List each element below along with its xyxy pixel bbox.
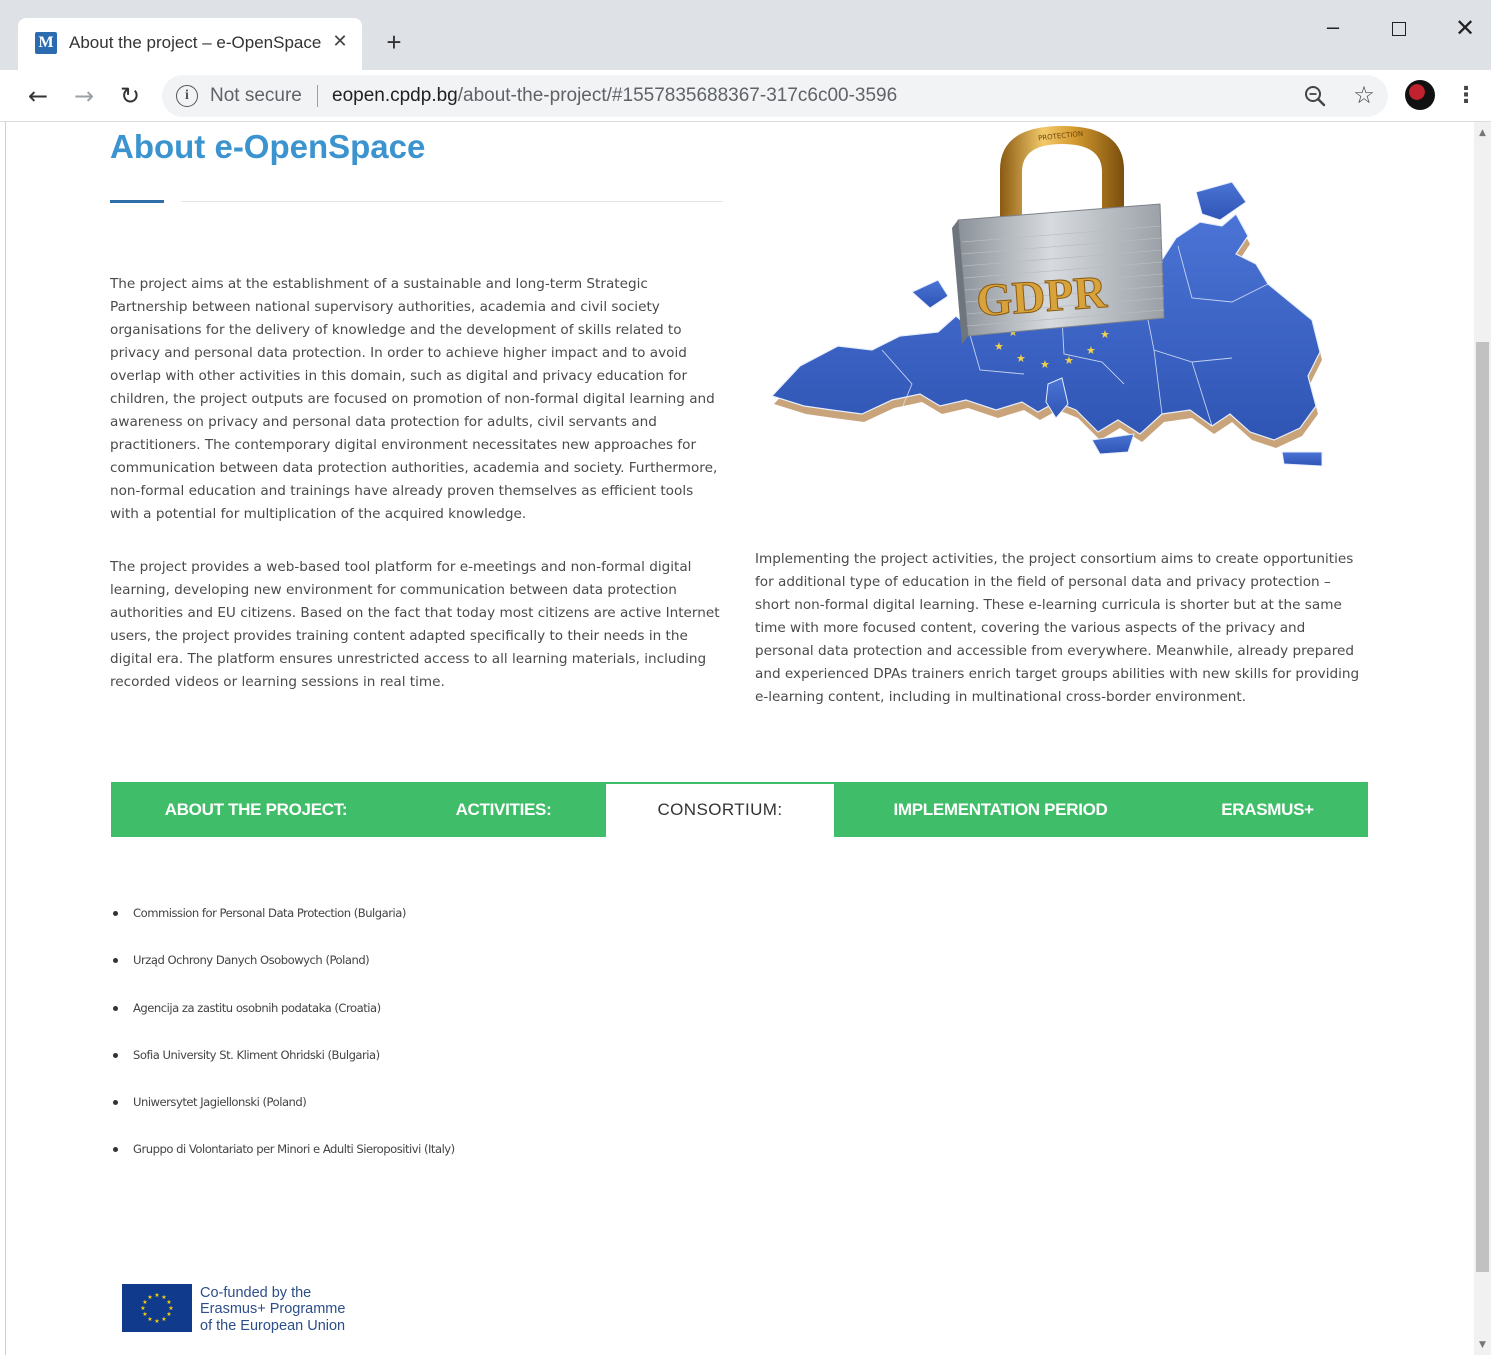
info-icon[interactable]: i	[176, 85, 198, 107]
title-underline-accent	[110, 200, 164, 203]
svg-text:★: ★	[1016, 352, 1026, 365]
tab-consortium[interactable]: CONSORTIUM:	[606, 784, 834, 837]
svg-text:★: ★	[1040, 358, 1050, 371]
svg-text:★: ★	[154, 1318, 159, 1325]
scrollbar-thumb[interactable]	[1476, 342, 1489, 1272]
svg-text:★: ★	[1064, 354, 1074, 367]
window-edge	[5, 122, 6, 1355]
gdpr-padlock-europe-image: ★★ ★ ★★★ ★ PROTECTION GDPR	[770, 126, 1323, 467]
svg-text:★: ★	[994, 340, 1004, 353]
browser-titlebar: M About the project – e-OpenSpace ✕ + – …	[0, 0, 1491, 70]
tab-close-icon[interactable]: ✕	[328, 30, 352, 54]
svg-text:★: ★	[147, 1316, 152, 1323]
eu-flag-icon: ★ ★★ ★★★ ★★★ ★★★	[122, 1284, 192, 1332]
eu-text-line: Co-funded by the	[200, 1285, 312, 1301]
tab-implementation-period[interactable]: IMPLEMENTATION PERIOD	[834, 782, 1167, 837]
reload-button[interactable]: ↻	[114, 80, 146, 112]
site-favicon-icon: M	[35, 32, 57, 54]
minimize-button[interactable]: –	[1310, 14, 1356, 44]
svg-text:★: ★	[1086, 344, 1096, 357]
maximize-button[interactable]	[1376, 14, 1422, 44]
project-tabs: ABOUT THE PROJECT: ACTIVITIES: CONSORTIU…	[111, 782, 1368, 837]
close-window-button[interactable]: ✕	[1442, 14, 1488, 44]
url-path: /about-the-project/#1557835688367-317c6c…	[457, 85, 898, 106]
vertical-scrollbar[interactable]: ▲ ▼	[1474, 122, 1491, 1355]
address-bar[interactable]: i Not secure eopen.cpdp.bg/about-the-pro…	[162, 75, 1388, 117]
svg-text:★: ★	[1100, 328, 1110, 341]
zoom-icon[interactable]	[1302, 83, 1328, 109]
tab-activities[interactable]: ACTIVITIES:	[401, 782, 606, 837]
svg-text:★: ★	[154, 1292, 159, 1299]
maximize-icon	[1392, 22, 1406, 36]
tab-about-the-project[interactable]: ABOUT THE PROJECT:	[111, 782, 401, 837]
consortium-list: Commission for Personal Data Protection …	[113, 902, 455, 1186]
security-label[interactable]: Not secure	[210, 85, 302, 107]
url-text[interactable]: eopen.cpdp.bg/about-the-project/#1557835…	[332, 85, 897, 107]
platform-paragraph: The project provides a web-based tool pl…	[110, 559, 720, 690]
list-item: Commission for Personal Data Protection …	[113, 902, 455, 949]
new-tab-button[interactable]: +	[380, 28, 408, 56]
list-item: Sofia University St. Kliment Ohridski (B…	[113, 1044, 455, 1091]
intro-paragraph: The project aims at the establishment of…	[110, 276, 718, 522]
url-domain: eopen.cpdp.bg	[332, 85, 458, 106]
svg-text:★: ★	[166, 1311, 171, 1318]
list-item: Agencija za zastitu osobnih podataka (Cr…	[113, 997, 455, 1044]
consortium-aims-paragraph: Implementing the project activities, the…	[755, 551, 1360, 705]
lock-text: GDPR	[975, 266, 1109, 326]
scroll-up-arrow-icon[interactable]: ▲	[1474, 126, 1491, 140]
padlock: PROTECTION GDPR	[952, 126, 1165, 344]
profile-avatar-icon[interactable]	[1405, 80, 1435, 110]
list-item: Urząd Ochrony Danych Osobowych (Poland)	[113, 949, 455, 996]
browser-toolbar: ← → ↻ i Not secure eopen.cpdp.bg/about-t…	[0, 70, 1491, 122]
eu-cofunded-text: Co-funded by the Erasmus+ Programme of t…	[200, 1285, 430, 1334]
svg-text:★: ★	[142, 1311, 147, 1318]
tab-erasmus[interactable]: ERASMUS+	[1167, 782, 1368, 837]
browser-menu-icon[interactable]: ⋮	[1454, 82, 1478, 110]
page-viewport: About e-OpenSpace The project aims at th…	[0, 122, 1491, 1355]
eu-cofunded-logo: ★ ★ ★ ★ ★ ★ ★ ★ ★ ★ ★ ★ Co-funded by the Erasmus…	[122, 1284, 432, 1336]
list-item: Gruppo di Volontariato per Minori e Adul…	[113, 1138, 455, 1185]
forward-button[interactable]: →	[68, 80, 100, 112]
bookmark-star-icon[interactable]: ☆	[1350, 79, 1378, 111]
scroll-down-arrow-icon[interactable]: ▼	[1474, 1338, 1491, 1352]
omnibox-divider	[317, 85, 318, 107]
list-item: Uniwersytet Jagiellonski (Poland)	[113, 1091, 455, 1138]
back-button[interactable]: ←	[22, 80, 54, 112]
page-title: About e-OpenSpace	[110, 128, 426, 165]
svg-text:★: ★	[140, 1305, 145, 1312]
svg-text:★: ★	[161, 1316, 166, 1323]
svg-text:★: ★	[147, 1294, 152, 1301]
eu-text-line: of the European Union	[200, 1317, 346, 1334]
tab-title: About the project – e-OpenSpace	[69, 33, 322, 52]
browser-tab[interactable]: M About the project – e-OpenSpace ✕	[18, 18, 362, 70]
eu-text-line: Erasmus+ Programme	[200, 1301, 346, 1318]
title-divider	[181, 201, 723, 202]
